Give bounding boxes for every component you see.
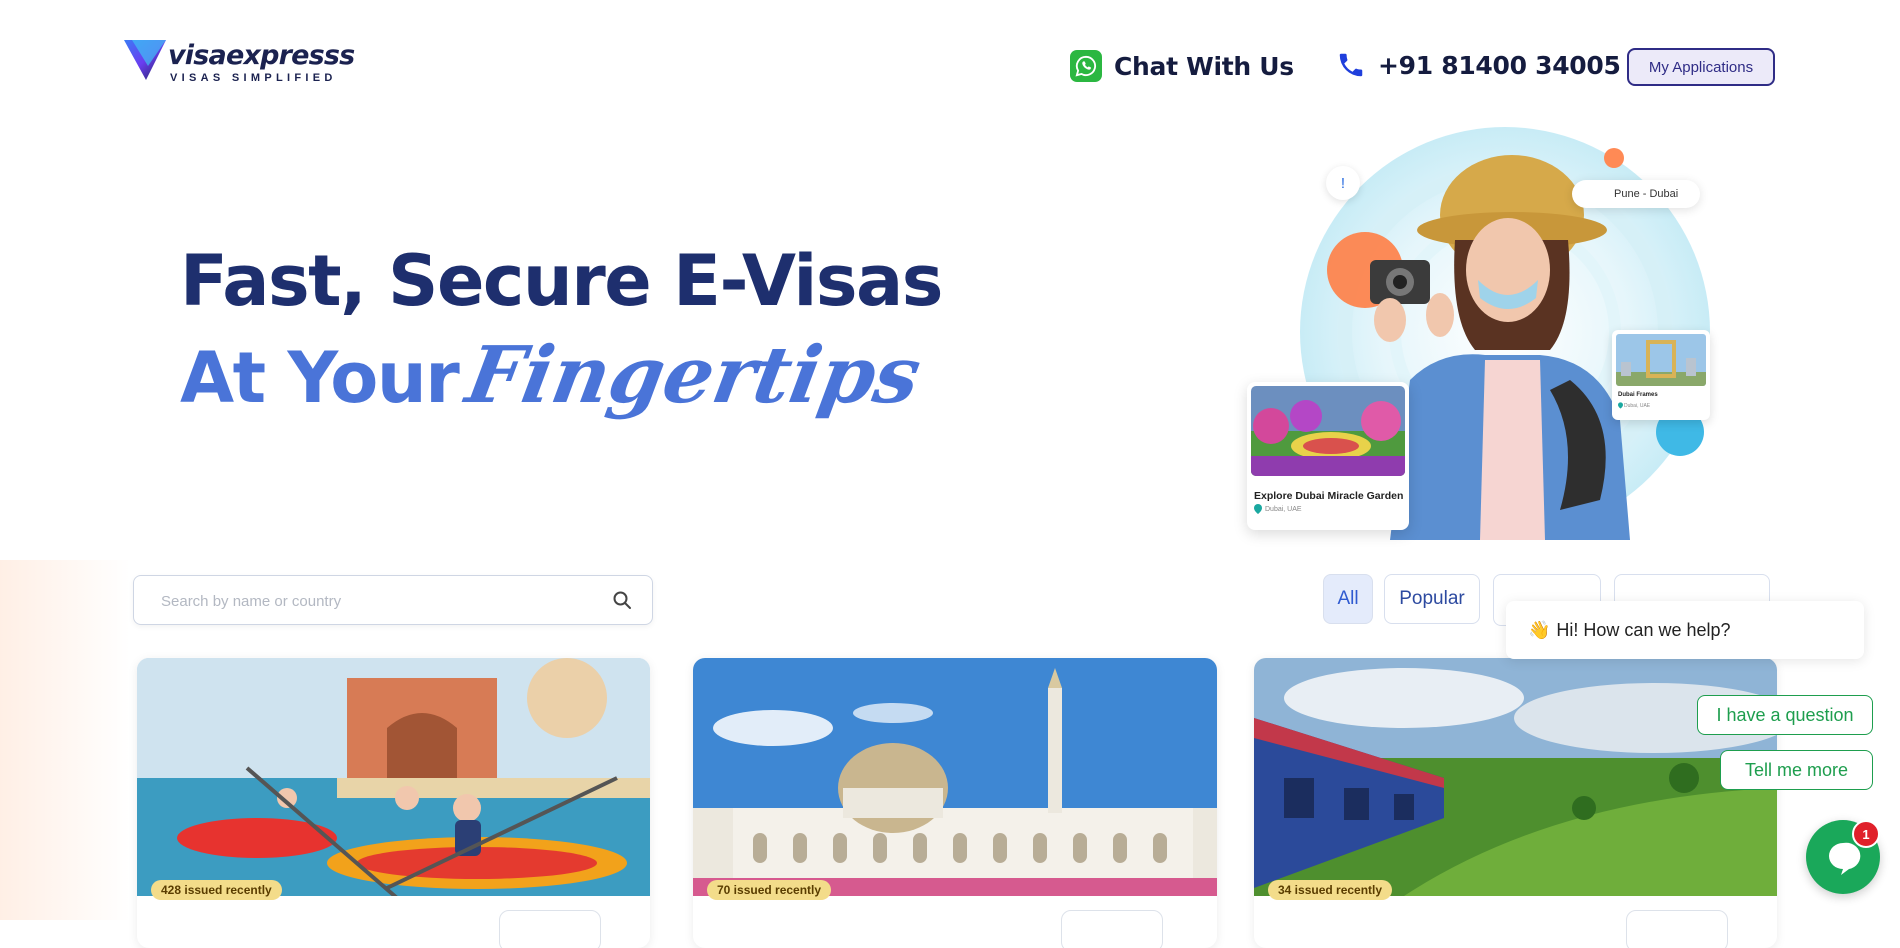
garden-card-title: Explore Dubai Miracle Garden: [1254, 490, 1404, 502]
mosque-icon: [693, 658, 1217, 896]
issued-badge: 428 issued recently: [151, 880, 282, 900]
brand-name: visaexpresss: [168, 40, 355, 71]
chat-greeting-bubble: 👋 Hi! How can we help?: [1506, 601, 1864, 659]
dubai-frame-card: Dubai Frames Dubai, UAE: [1612, 330, 1710, 420]
chat-with-us-link[interactable]: Chat With Us: [1070, 50, 1294, 82]
search-input[interactable]: [159, 588, 593, 614]
alert-bubble: !: [1326, 166, 1360, 200]
chat-greeting-text: Hi! How can we help?: [1556, 619, 1731, 640]
card-action-button[interactable]: [1626, 910, 1728, 948]
location-pin-icon: [1254, 504, 1262, 514]
search-icon[interactable]: [612, 590, 632, 610]
phone-icon: [1339, 53, 1363, 77]
unread-count-badge: 1: [1852, 820, 1880, 848]
brand-logo[interactable]: visaexpresss VISAS SIMPLIFIED: [122, 34, 355, 86]
garden-card-location: Dubai, UAE: [1265, 506, 1302, 513]
location-pin-icon: [1618, 402, 1623, 409]
wave-emoji-icon: 👋: [1528, 619, 1551, 640]
frame-card-title: Dubai Frames: [1618, 392, 1658, 398]
hero-script-word: Fingertips: [460, 330, 928, 421]
route-pill: Pune - Dubai: [1572, 180, 1701, 208]
issued-badge: 70 issued recently: [707, 880, 832, 900]
filter-all[interactable]: All: [1323, 574, 1373, 624]
beach-kayak-icon: [137, 658, 650, 896]
my-applications-button[interactable]: My Applications: [1627, 48, 1775, 86]
train-tea-icon: [1254, 658, 1777, 896]
phone-link[interactable]: +91 81400 34005: [1336, 50, 1621, 80]
destination-card[interactable]: 70 issued recently: [693, 658, 1217, 948]
chat-option-question[interactable]: I have a question: [1697, 695, 1873, 735]
destination-card[interactable]: 428 issued recently: [137, 658, 650, 948]
frame-card-location: Dubai, UAE: [1624, 403, 1651, 409]
hero-headline: Fast, Secure E-Visas: [180, 240, 943, 322]
card-action-button[interactable]: [499, 910, 601, 948]
garden-photo-icon: [1251, 386, 1405, 476]
frame-photo-icon: [1616, 334, 1706, 386]
logo-mark-icon: [124, 40, 166, 80]
hero-subheadline-prefix: At Your: [180, 337, 460, 419]
chat-with-us-label: Chat With Us: [1114, 51, 1294, 81]
decorative-glow: [0, 560, 130, 920]
filter-popular[interactable]: Popular: [1384, 574, 1480, 624]
miracle-garden-card: Explore Dubai Miracle Garden Dubai, UAE: [1247, 382, 1409, 530]
whatsapp-icon: [1070, 50, 1102, 82]
hero-subheadline: At YourFingertips: [180, 330, 927, 421]
chat-option-tell-more[interactable]: Tell me more: [1720, 750, 1873, 790]
brand-tagline: VISAS SIMPLIFIED: [170, 72, 337, 84]
phone-number: +91 81400 34005: [1378, 50, 1621, 80]
search-box[interactable]: [133, 575, 653, 625]
issued-badge: 34 issued recently: [1268, 880, 1393, 900]
card-action-button[interactable]: [1061, 910, 1163, 948]
